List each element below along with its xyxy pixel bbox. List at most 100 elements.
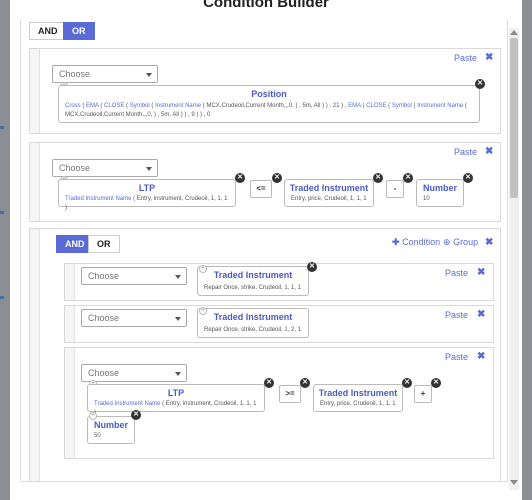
remove-card-icon[interactable]: ✕ [373, 173, 383, 183]
operator-minus[interactable]: - [386, 180, 404, 198]
row-handle[interactable] [65, 348, 75, 458]
remove-card-icon[interactable]: ✕ [475, 79, 485, 89]
add-group-button[interactable]: ⊕ Group [443, 237, 478, 248]
card-title: Number [93, 420, 128, 430]
operator-gte[interactable]: >= [279, 385, 301, 403]
choose-select[interactable]: Choose [81, 309, 187, 327]
card-title: LTP [167, 388, 185, 398]
ltp-card[interactable]: LTP Traded Instrument Name ( Entry, inst… [58, 179, 236, 211]
remove-operator-icon[interactable]: ✕ [431, 378, 441, 388]
number-value: 10 [423, 196, 430, 202]
number-card[interactable]: Number 50 [87, 416, 135, 444]
add-condition-button[interactable]: ✚ Condition [392, 237, 440, 248]
expr-part: Symbol [391, 103, 412, 109]
modal-title: Condition Builder [203, 0, 329, 11]
condition-row: Paste ✖ Choose Traded Instrument Repair … [64, 305, 494, 343]
expr-part: Traded Instrument Name [65, 196, 132, 202]
select-value: Choose [88, 313, 120, 323]
paste-link[interactable]: Paste [445, 268, 468, 278]
plus-circle-icon: ⊕ [443, 237, 451, 247]
add-condition-label: Condition [402, 237, 441, 247]
expr-part: EMA [348, 103, 361, 109]
paste-link[interactable]: Paste [445, 310, 468, 320]
select-value: Choose [59, 69, 91, 79]
remove-icon[interactable]: ✖ [485, 52, 493, 63]
card-expression: Entry, price, Crudeoil, 1, 1, 1 [320, 401, 396, 407]
remove-operator-icon[interactable]: ✕ [272, 173, 282, 183]
remove-card-icon[interactable]: ✕ [307, 262, 317, 272]
plus-icon: ✚ [392, 237, 400, 247]
traded-instrument-card[interactable]: Traded Instrument Entry, price, Crudeoil… [313, 384, 403, 412]
remove-icon[interactable]: ✖ [477, 351, 485, 362]
add-group-label: Group [453, 237, 479, 247]
expr-part: Symbol [129, 103, 150, 109]
card-title: Traded Instrument [213, 312, 293, 322]
operator-plus[interactable]: + [414, 385, 432, 403]
position-card[interactable]: Position Cross ( EMA ( CLOSE ( Symbol ( … [58, 85, 480, 123]
row-handle[interactable] [65, 264, 75, 300]
card-title: LTP [138, 183, 156, 193]
remove-card-icon[interactable]: ✕ [463, 173, 473, 183]
remove-icon[interactable]: ✖ [485, 146, 493, 157]
scrollbar-thumb[interactable] [510, 38, 518, 198]
expr-part: CLOSE [366, 103, 387, 109]
paste-link[interactable]: Paste [454, 53, 477, 63]
card-expression: Repair Once, strike, Crudeoil, 1, 1, 1 [204, 285, 302, 291]
condition-row: Paste ✖ Choose Traded Instrument Repair … [64, 262, 494, 301]
scroll-up-arrow-icon[interactable] [510, 30, 518, 35]
expr-part: Traded Instrument Name [94, 401, 161, 407]
group-handle[interactable] [30, 229, 40, 481]
remove-icon[interactable]: ✖ [477, 267, 485, 278]
remove-card-icon[interactable]: ✕ [264, 378, 274, 388]
expr-part: CLOSE [104, 103, 125, 109]
choose-select[interactable]: Choose [81, 267, 187, 285]
remove-card-icon[interactable]: ✕ [235, 173, 245, 183]
card-title: Traded Instrument [318, 388, 398, 398]
remove-operator-icon[interactable]: ✕ [300, 378, 310, 388]
traded-instrument-card[interactable]: Traded Instrument Repair Once, strike, C… [197, 266, 309, 296]
paste-link[interactable]: Paste [445, 352, 468, 362]
choose-select[interactable]: Choose [52, 159, 158, 177]
add-icon[interactable]: + [89, 412, 97, 420]
remove-card-icon[interactable]: ✕ [131, 410, 141, 420]
expr-part: ( MCX,Crudeoil,Current Month,,,0, ) , 5m… [201, 103, 349, 109]
expr-part: Cross [65, 103, 81, 109]
remove-icon[interactable]: ✖ [477, 309, 485, 320]
number-card[interactable]: Number 10 [416, 179, 464, 207]
choose-select[interactable]: Choose [81, 364, 187, 382]
condition-group-position: Paste ✖ Choose + Position Cross ( EMA ( … [29, 48, 501, 134]
add-icon[interactable]: + [199, 307, 207, 315]
card-expression: Repair Once, strike, Crudeoil, 1, 2, 1 [204, 327, 302, 333]
condition-builder-modal: Condition Builder AND OR Paste ✖ Choose … [10, 0, 522, 500]
select-value: Choose [59, 163, 91, 173]
card-expression: Entry, price, Crudeoil, 1, 1, 1 [291, 196, 367, 202]
add-icon[interactable]: + [199, 265, 207, 273]
traded-instrument-card[interactable]: Traded Instrument Repair Once, strike, C… [197, 308, 309, 338]
chevron-down-icon [175, 372, 181, 376]
card-expression: Cross ( EMA ( CLOSE ( Symbol ( Instrumen… [65, 102, 475, 120]
select-value: Choose [88, 271, 120, 281]
top-and-button[interactable]: AND [29, 22, 67, 40]
background-line [0, 296, 4, 299]
nested-condition-group: AND OR ✚ Condition ⊕ Group ✖ Paste ✖ Cho… [29, 228, 501, 481]
card-expression: Traded Instrument Name ( Entry, instrume… [65, 195, 231, 213]
condition-row: Paste ✖ Choose + LTP Traded Instrument N… [64, 347, 494, 459]
top-or-button[interactable]: OR [63, 22, 95, 40]
card-title: Traded Instrument [289, 183, 369, 193]
condition-group-ltp: Paste ✖ Choose + LTP Traded Instrument N… [29, 142, 501, 222]
operator-lte[interactable]: <= [250, 180, 272, 198]
inner-or-button[interactable]: OR [88, 235, 120, 253]
card-title: Position [251, 89, 287, 99]
group-handle[interactable] [30, 143, 40, 221]
choose-select[interactable]: Choose [52, 65, 158, 83]
remove-operator-icon[interactable]: ✕ [403, 173, 413, 183]
traded-instrument-card[interactable]: Traded Instrument Entry, price, Crudeoil… [284, 179, 374, 207]
row-handle[interactable] [65, 306, 75, 342]
paste-link[interactable]: Paste [454, 147, 477, 157]
ltp-card[interactable]: LTP Traded Instrument Name ( Entry, inst… [87, 384, 265, 416]
remove-group-icon[interactable]: ✖ [485, 237, 493, 248]
group-handle[interactable] [30, 49, 40, 133]
remove-card-icon[interactable]: ✕ [402, 378, 412, 388]
scroll-down-arrow-icon[interactable] [510, 480, 518, 485]
background-line [0, 126, 4, 129]
